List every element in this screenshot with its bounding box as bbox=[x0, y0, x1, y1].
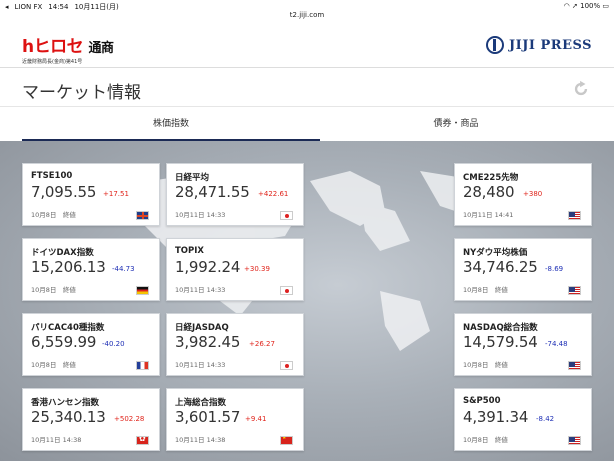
index-change: +26.27 bbox=[249, 340, 275, 348]
index-value: 28,480 bbox=[463, 183, 515, 201]
index-value: 6,559.99 bbox=[31, 333, 97, 351]
index-value: 3,982.45 bbox=[175, 333, 241, 351]
index-card-nikkei225[interactable]: 日経平均 28,471.55 +422.61 10月11日 14:33 bbox=[166, 163, 304, 226]
index-value: 14,579.54 bbox=[463, 333, 538, 351]
index-name: NYダウ平均株価 bbox=[463, 248, 528, 258]
site-header: hヒロセ 通商 近畿財務局長(金商)第41号 JIJI PRESS bbox=[0, 24, 614, 68]
battery-icon: ▭ bbox=[602, 2, 609, 10]
world-map-panel: FTSE100 7,095.55 +17.51 10月8日 終値 日経平均 28… bbox=[0, 141, 614, 461]
wifi-icon: ◠ bbox=[563, 2, 570, 10]
title-bar: マーケット情報 bbox=[0, 69, 614, 107]
index-change: -40.20 bbox=[102, 340, 125, 348]
index-card-shanghai[interactable]: 上海総合指数 3,601.57 +9.41 10月11日 14:38 bbox=[166, 388, 304, 451]
index-name: 香港ハンセン指数 bbox=[31, 398, 100, 408]
index-timestamp: 10月11日 14:38 bbox=[31, 436, 82, 444]
index-change: -8.42 bbox=[536, 415, 555, 423]
index-value: 25,340.13 bbox=[31, 408, 106, 426]
index-card-sp500[interactable]: S&P500 4,391.34 -8.42 10月8日 終値 bbox=[454, 388, 592, 451]
tab-bonds-commodities[interactable]: 債券・商品 bbox=[307, 108, 605, 141]
status-date: 10月11日(月) bbox=[74, 3, 119, 11]
index-change: +502.28 bbox=[114, 415, 145, 423]
index-name: ドイツDAX指数 bbox=[31, 248, 94, 258]
jiji-press-logo[interactable]: JIJI PRESS bbox=[486, 36, 592, 54]
index-change: -44.73 bbox=[112, 265, 135, 273]
index-value: 1,992.24 bbox=[175, 258, 241, 276]
page-title: マーケット情報 bbox=[22, 83, 141, 103]
index-card-ftse100[interactable]: FTSE100 7,095.55 +17.51 10月8日 終値 bbox=[22, 163, 160, 226]
index-name: 日経平均 bbox=[175, 173, 210, 183]
index-value: 28,471.55 bbox=[175, 183, 250, 201]
index-change: +17.51 bbox=[103, 190, 129, 198]
clock: 14:54 bbox=[48, 3, 69, 11]
index-timestamp: 10月11日 14:33 bbox=[175, 361, 226, 369]
index-change: +422.61 bbox=[258, 190, 289, 198]
index-change: +30.39 bbox=[244, 265, 270, 273]
hirose-logo[interactable]: hヒロセ 通商 近畿財務局長(金商)第41号 bbox=[22, 32, 114, 65]
index-name: FTSE100 bbox=[31, 171, 73, 181]
index-card-cac40[interactable]: パリCAC40種指数 6,559.99 -40.20 10月8日 終値 bbox=[22, 313, 160, 376]
index-change: +9.41 bbox=[245, 415, 267, 423]
index-name: 上海総合指数 bbox=[175, 398, 227, 408]
tab-bar: 株価指数 債券・商品 bbox=[0, 108, 614, 141]
us-flag-icon bbox=[568, 436, 581, 445]
tab-stock-indices[interactable]: 株価指数 bbox=[22, 108, 320, 141]
index-timestamp: 10月8日 終値 bbox=[31, 361, 76, 369]
index-name: S&P500 bbox=[463, 396, 501, 406]
index-value: 7,095.55 bbox=[31, 183, 97, 201]
index-card-cme225[interactable]: CME225先物 28,480 +380 10月11日 14:41 bbox=[454, 163, 592, 226]
germany-flag-icon bbox=[136, 286, 149, 295]
index-change: +380 bbox=[523, 190, 543, 198]
hong-kong-flag-icon bbox=[136, 436, 149, 445]
index-value: 34,746.25 bbox=[463, 258, 538, 276]
battery-percent: 100% bbox=[580, 2, 601, 10]
license-number: 近畿財務局長(金商)第41号 bbox=[22, 59, 83, 65]
japan-flag-icon bbox=[280, 286, 293, 295]
index-timestamp: 10月11日 14:33 bbox=[175, 211, 226, 219]
us-flag-icon bbox=[568, 286, 581, 295]
index-card-nasdaq[interactable]: NASDAQ総合指数 14,579.54 -74.48 10月8日 終値 bbox=[454, 313, 592, 376]
index-timestamp: 10月11日 14:33 bbox=[175, 286, 226, 294]
index-timestamp: 10月8日 終値 bbox=[31, 211, 76, 219]
jiji-emblem-icon bbox=[486, 36, 505, 54]
index-card-dax[interactable]: ドイツDAX指数 15,206.13 -44.73 10月8日 終値 bbox=[22, 238, 160, 301]
jiji-press-name: JIJI PRESS bbox=[509, 37, 592, 53]
index-timestamp: 10月11日 14:38 bbox=[175, 436, 226, 444]
index-value: 15,206.13 bbox=[31, 258, 106, 276]
url-bar[interactable]: t2.jiji.com bbox=[0, 11, 614, 21]
index-card-topix[interactable]: TOPIX 1,992.24 +30.39 10月11日 14:33 bbox=[166, 238, 304, 301]
us-flag-icon bbox=[568, 211, 581, 220]
index-name: NASDAQ総合指数 bbox=[463, 323, 538, 333]
index-timestamp: 10月8日 終値 bbox=[463, 286, 508, 294]
index-value: 3,601.57 bbox=[175, 408, 241, 426]
us-flag-icon bbox=[568, 361, 581, 370]
japan-flag-icon bbox=[280, 361, 293, 370]
index-card-nikkei-jasdaq[interactable]: 日経JASDAQ 3,982.45 +26.27 10月11日 14:33 bbox=[166, 313, 304, 376]
carrier-label: LION FX bbox=[14, 3, 43, 11]
location-icon: ➚ bbox=[572, 2, 578, 10]
index-value: 4,391.34 bbox=[463, 408, 529, 426]
index-card-hang-seng[interactable]: 香港ハンセン指数 25,340.13 +502.28 10月11日 14:38 bbox=[22, 388, 160, 451]
refresh-icon[interactable] bbox=[572, 80, 590, 98]
uk-flag-icon bbox=[136, 211, 149, 220]
index-change: -74.48 bbox=[545, 340, 568, 348]
china-flag-icon bbox=[280, 436, 293, 445]
index-timestamp: 10月8日 終値 bbox=[463, 361, 508, 369]
index-change: -8.69 bbox=[545, 265, 564, 273]
index-timestamp: 10月11日 14:41 bbox=[463, 211, 514, 219]
index-timestamp: 10月8日 終値 bbox=[463, 436, 508, 444]
japan-flag-icon bbox=[280, 211, 293, 220]
index-name: 日経JASDAQ bbox=[175, 323, 229, 333]
index-name: CME225先物 bbox=[463, 173, 519, 183]
france-flag-icon bbox=[136, 361, 149, 370]
index-name: TOPIX bbox=[175, 246, 204, 256]
back-to-app-icon[interactable]: ◂ bbox=[5, 3, 9, 11]
index-card-ny-dow[interactable]: NYダウ平均株価 34,746.25 -8.69 10月8日 終値 bbox=[454, 238, 592, 301]
index-name: パリCAC40種指数 bbox=[31, 323, 105, 333]
index-timestamp: 10月8日 終値 bbox=[31, 286, 76, 294]
